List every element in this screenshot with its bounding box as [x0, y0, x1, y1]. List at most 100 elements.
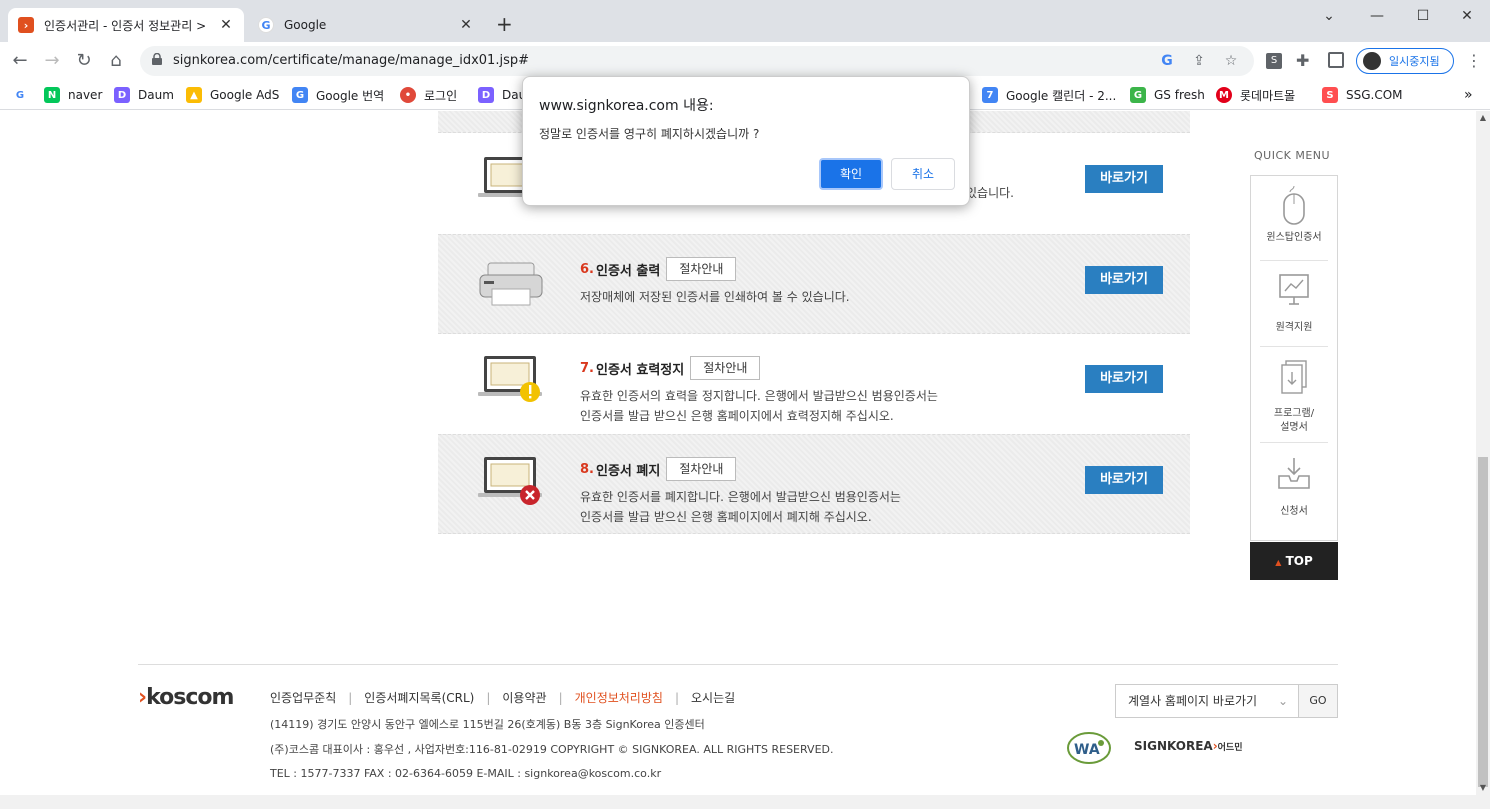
procedure-guide-button[interactable]: 절차안내	[666, 257, 737, 281]
scroll-down-arrow-icon[interactable]: ▼	[1476, 781, 1490, 795]
daum-favicon-icon: D	[114, 87, 130, 103]
quick-menu-divider	[1260, 346, 1328, 347]
share-icon[interactable]: ⇪	[1190, 52, 1208, 70]
procedure-guide-button[interactable]: 절차안내	[690, 356, 761, 380]
footer-link-cps[interactable]: 인증업무준칙	[270, 691, 336, 705]
profile-paused-button[interactable]: 일시중지됨	[1356, 48, 1454, 74]
chevron-down-icon: ⌄	[1277, 694, 1288, 708]
tab-google[interactable]: G Google ✕	[248, 8, 484, 42]
footer-address: (14119) 경기도 안양시 동안구 엘에스로 115번길 26(호계동) B…	[270, 718, 705, 731]
signkorea-favicon-icon: ›	[18, 17, 34, 33]
certificate-laptop-warning-icon	[478, 356, 542, 402]
family-site-select[interactable]: 계열사 홈페이지 바로가기 ⌄	[1115, 684, 1299, 718]
bookmark-lotte-mart[interactable]: M 롯데마트몰	[1216, 85, 1295, 105]
quick-menu-divider	[1260, 260, 1328, 261]
naver-favicon-icon: N	[44, 87, 60, 103]
quick-menu-application-form[interactable]: 신청서	[1251, 456, 1337, 519]
go-button[interactable]: 바로가기	[1085, 466, 1163, 494]
gs-fresh-icon: G	[1130, 87, 1146, 103]
scrollbar-thumb[interactable]	[1478, 457, 1488, 787]
bookmark-google-translate[interactable]: G Google 번역	[292, 85, 384, 105]
printer-icon	[479, 262, 543, 306]
bookmark-google-ads[interactable]: ▲ Google AdS	[186, 85, 279, 105]
address-bar[interactable]: signkorea.com/certificate/manage/manage_…	[140, 46, 1254, 76]
close-icon[interactable]: ✕	[458, 17, 474, 33]
menu-kebab-icon[interactable]: ⋮	[1466, 51, 1482, 70]
bookmark-login[interactable]: • 로그인	[400, 85, 457, 105]
quick-menu-remote-support[interactable]: 원격지원	[1251, 274, 1337, 335]
koscom-logo[interactable]: ›koscom	[138, 685, 234, 710]
row-title: 인증서 폐지	[595, 463, 661, 479]
quick-menu-winstop[interactable]: 윈스탑인증서	[1251, 185, 1337, 245]
arrow-up-icon: ▲	[1275, 558, 1282, 567]
bookmark-ssg[interactable]: S SSG.COM	[1322, 85, 1403, 105]
minimize-button[interactable]: —	[1354, 4, 1400, 28]
row-number: 7.	[580, 360, 594, 376]
footer-link-privacy[interactable]: 개인정보처리방침	[575, 691, 663, 705]
dialog-ok-button[interactable]: 확인	[819, 158, 883, 190]
bookmark-google-calendar[interactable]: 7 Google 캘린더 - 2...	[982, 85, 1116, 105]
back-arrow-icon[interactable]: ←	[8, 49, 32, 73]
maximize-button[interactable]: ☐	[1400, 4, 1446, 28]
footer-company: (주)코스콤 대표이사 : 홍우선 , 사업자번호:116-81-02919 C…	[270, 743, 834, 756]
row-title: 인증서 출력	[595, 263, 661, 279]
wa-accessibility-mark-icon: WA	[1067, 732, 1111, 764]
row-heading: 7. 인증서 효력정지 절차안내	[580, 356, 761, 380]
bookmarks-overflow-button[interactable]: »	[1464, 85, 1473, 105]
tab-signkorea[interactable]: › 인증서관리 - 인증서 정보관리 > ✕	[8, 8, 244, 42]
wa-mark-text: WA	[1074, 742, 1100, 758]
puzzle-extensions-icon[interactable]: ✚	[1296, 51, 1309, 70]
tab-title: Google	[284, 18, 327, 32]
family-site-go-button[interactable]: GO	[1298, 684, 1338, 718]
quick-menu: 윈스탑인증서 원격지원 프로그램/ 설명서 신청서	[1250, 175, 1338, 541]
bookmark-daum-2[interactable]: D Dau	[478, 85, 526, 105]
tab-strip: › 인증서관리 - 인증서 정보관리 > ✕ G Google ✕ + ⌄ — …	[0, 0, 1490, 42]
new-tab-button[interactable]: +	[496, 12, 513, 36]
bookmark-google[interactable]: G	[12, 85, 36, 105]
lotte-mart-icon: M	[1216, 87, 1232, 103]
back-to-top-button[interactable]: ▲ TOP	[1250, 542, 1338, 580]
row-desc: 유효한 인증서를 폐지합니다. 은행에서 발급받으신 범용인증서는 인증서를 발…	[580, 490, 901, 524]
horizontal-scrollbar[interactable]	[0, 795, 1476, 809]
row-cert-print: 6. 인증서 출력 절차안내 저장매체에 저장된 인증서를 인쇄하여 볼 수 있…	[438, 234, 1190, 334]
quick-menu-divider	[1260, 442, 1328, 443]
quick-menu-program-manual[interactable]: 프로그램/ 설명서	[1251, 360, 1337, 435]
extension-s-icon[interactable]: S	[1266, 53, 1282, 69]
tab-title: 인증서관리 - 인증서 정보관리 >	[44, 18, 207, 33]
dialog-title: www.signkorea.com 내용:	[539, 98, 714, 114]
close-icon[interactable]: ✕	[218, 17, 234, 33]
bookmark-star-icon[interactable]: ☆	[1222, 52, 1240, 70]
google-favicon-icon: G	[258, 17, 274, 33]
vertical-scrollbar[interactable]: ▲ ▼	[1476, 111, 1490, 809]
footer-link-terms[interactable]: 이용약관	[502, 691, 546, 705]
google-translate-icon[interactable]: G	[1158, 52, 1176, 70]
scroll-up-arrow-icon[interactable]: ▲	[1476, 111, 1490, 125]
go-button[interactable]: 바로가기	[1085, 365, 1163, 393]
reload-icon[interactable]: ↻	[72, 49, 96, 73]
lock-icon	[152, 53, 162, 65]
procedure-guide-button[interactable]: 절차안내	[666, 457, 737, 481]
footer-link-crl[interactable]: 인증서폐지목록(CRL)	[364, 691, 474, 705]
bookmark-daum[interactable]: D Daum	[114, 85, 174, 105]
chevron-down-icon[interactable]: ⌄	[1306, 4, 1352, 28]
footer-link-directions[interactable]: 오시는길	[691, 691, 735, 705]
go-button[interactable]: 바로가기	[1085, 266, 1163, 294]
url-text: signkorea.com/certificate/manage/manage_…	[173, 53, 529, 68]
forward-arrow-icon[interactable]: →	[40, 49, 64, 73]
row-desc: 유효한 인증서의 효력을 정지합니다. 은행에서 발급받으신 범용인증서는 인증…	[580, 389, 938, 423]
side-panel-icon[interactable]	[1328, 52, 1344, 68]
dialog-cancel-button[interactable]: 취소	[891, 158, 955, 190]
calendar-icon: 7	[982, 87, 998, 103]
row-desc: 있습니다.	[966, 186, 1014, 200]
footer-contact: TEL : 1577-7337 FAX : 02-6364-6059 E-MAI…	[270, 767, 662, 780]
remote-monitor-icon	[1279, 274, 1309, 305]
bookmark-naver[interactable]: Nnaver	[44, 85, 102, 105]
row-cert-revoke: 8. 인증서 폐지 절차안내 유효한 인증서를 폐지합니다. 은행에서 발급받으…	[438, 434, 1190, 534]
bookmark-gs-fresh[interactable]: G GS fresh	[1130, 85, 1205, 105]
home-icon[interactable]: ⌂	[104, 49, 128, 73]
browser-toolbar: ← → ↻ ⌂ signkorea.com/certificate/manage…	[0, 42, 1490, 80]
go-button[interactable]: 바로가기	[1085, 165, 1163, 193]
row-heading: 6. 인증서 출력 절차안내	[580, 257, 737, 281]
window-close-button[interactable]: ✕	[1444, 4, 1490, 28]
login-favicon-icon: •	[400, 87, 416, 103]
